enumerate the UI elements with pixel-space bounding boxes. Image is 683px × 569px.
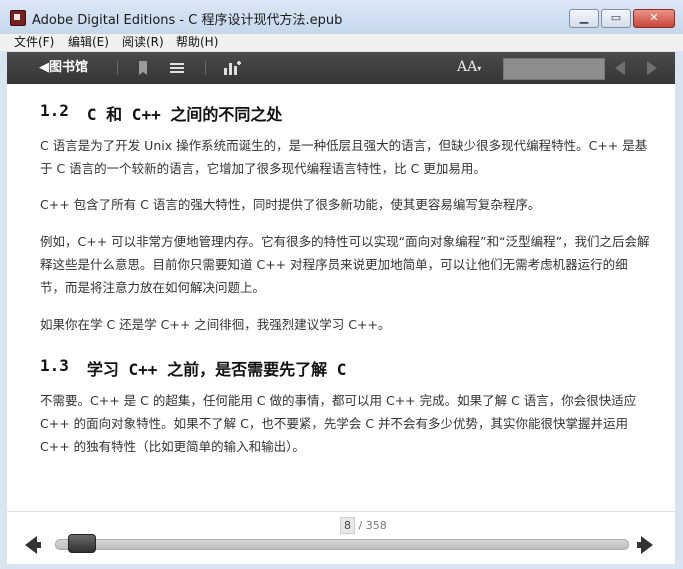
app-icon <box>10 10 26 26</box>
paragraph: C++ 包含了所有 C 语言的强大特性，同时提供了很多新功能，使其更容易编写复杂… <box>40 197 541 212</box>
maximize-button[interactable]: ▭ <box>601 9 631 28</box>
page-navigation: 8 / 358 <box>7 511 675 564</box>
section-heading: 1.3 学习 C++ 之前，是否需要先了解 C <box>40 356 347 379</box>
next-arrow-icon[interactable] <box>647 61 657 75</box>
menu-bar: 文件(F) 编辑(E) 阅读(R) 帮助(H) <box>0 34 683 51</box>
title-bar: Adobe Digital Editions - C 程序设计现代方法.epub… <box>0 0 683 35</box>
close-button[interactable]: ✕ <box>633 9 675 28</box>
library-button[interactable]: ◀图书馆 <box>39 52 88 84</box>
menu-read[interactable]: 阅读(R) <box>122 34 164 51</box>
font-size-button[interactable]: AA▾ <box>457 59 481 75</box>
search-input[interactable] <box>503 58 605 80</box>
previous-page-arrow-icon[interactable] <box>25 536 41 554</box>
paragraph: 不需要。C++ 是 C 的超集，任何能用 C 做的事情，都可以用 C++ 完成。… <box>40 393 637 454</box>
window-title: Adobe Digital Editions - C 程序设计现代方法.epub <box>32 13 343 28</box>
paragraph: C 语言是为了开发 Unix 操作系统而诞生的，是一种低层且强大的语言，但缺少很… <box>40 138 648 176</box>
list-icon[interactable] <box>169 60 185 76</box>
page-content: 1.2 C 和 C++ 之间的不同之处 C 语言是为了开发 Unix 操作系统而… <box>40 84 650 458</box>
paragraph: 如果你在学 C 还是学 C++ 之间徘徊，我强烈建议学习 C++。 <box>40 317 391 332</box>
reader-toolbar: ◀图书馆 AA▾ <box>7 52 675 84</box>
slider-thumb[interactable] <box>68 534 96 553</box>
reading-page: 1.2 C 和 C++ 之间的不同之处 C 语言是为了开发 Unix 操作系统而… <box>7 84 675 511</box>
bookmark-icon[interactable] <box>135 60 151 76</box>
chevron-down-icon: ▾ <box>477 64 482 73</box>
toolbar-divider <box>205 61 206 75</box>
paragraph: 例如，C++ 可以非常方便地管理内存。它有很多的特性可以实现“面向对象编程”和“… <box>40 234 650 295</box>
menu-edit[interactable]: 编辑(E) <box>68 34 109 51</box>
menu-file[interactable]: 文件(F) <box>14 34 54 51</box>
minimize-button[interactable]: ▁ <box>569 9 599 28</box>
prev-arrow-icon[interactable] <box>615 61 625 75</box>
page-indicator: 8 / 358 <box>340 517 387 534</box>
page-slider[interactable] <box>55 539 629 550</box>
section-heading: 1.2 C 和 C++ 之间的不同之处 <box>40 101 283 124</box>
chart-icon[interactable] <box>223 60 241 76</box>
current-page[interactable]: 8 <box>340 517 355 534</box>
total-pages: / 358 <box>358 519 387 532</box>
menu-help[interactable]: 帮助(H) <box>176 34 218 51</box>
toolbar-divider <box>117 61 118 75</box>
next-page-arrow-icon[interactable] <box>637 536 653 554</box>
window-controls: ▁ ▭ ✕ <box>569 9 675 28</box>
